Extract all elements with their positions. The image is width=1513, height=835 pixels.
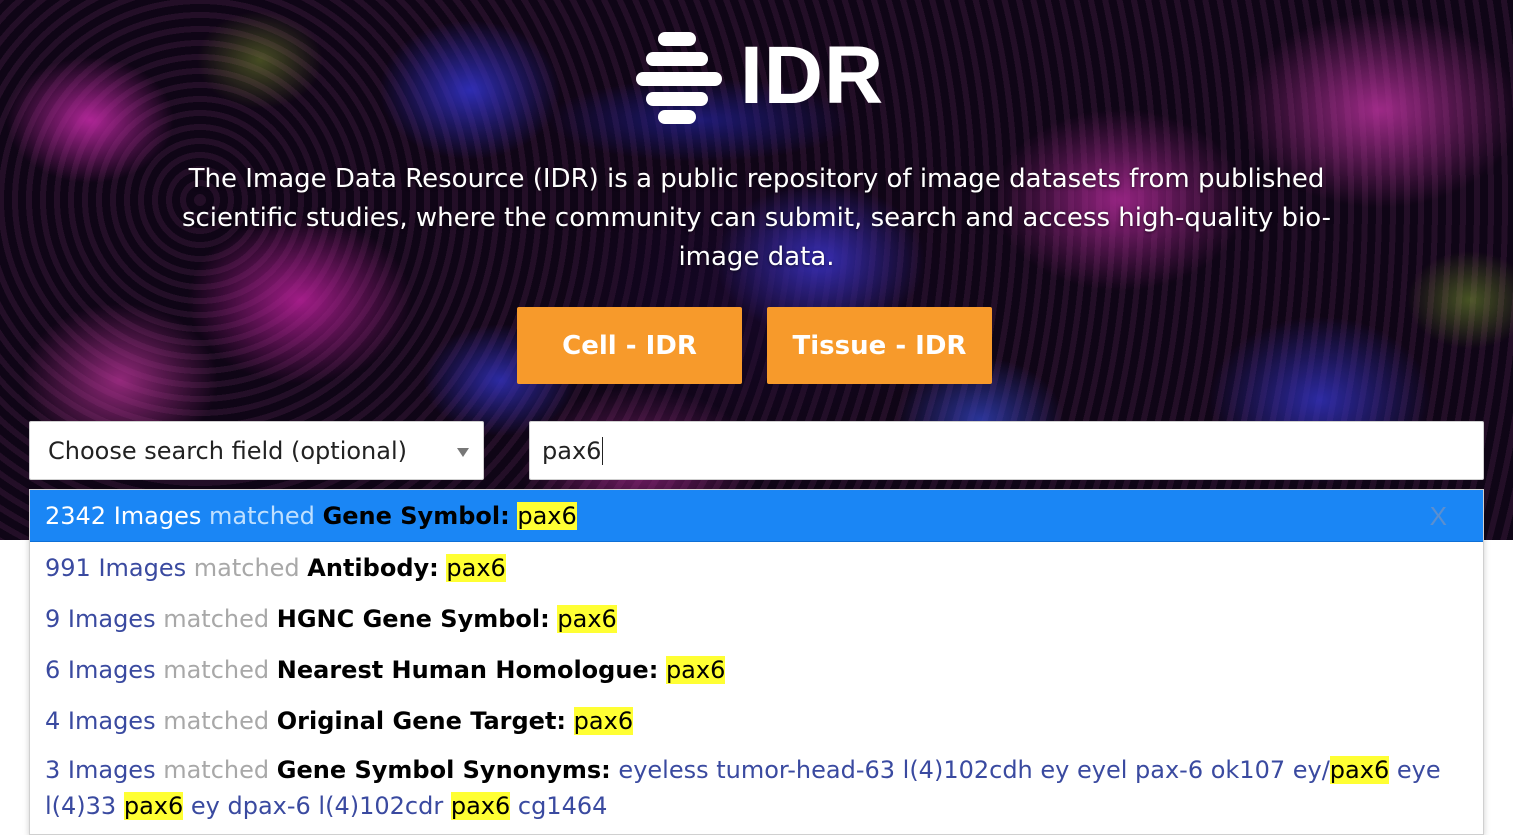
result-field-name: HGNC Gene Symbol: — [276, 605, 550, 633]
cell-idr-button[interactable]: Cell - IDR — [517, 307, 742, 384]
result-field-name: Gene Symbol Synonyms: — [276, 756, 611, 784]
result-matched-word: matched — [209, 502, 315, 530]
result-value-highlight: pax6 — [123, 792, 184, 820]
result-matched-word: matched — [193, 554, 300, 582]
result-value-highlight: pax6 — [517, 502, 577, 530]
result-count: 991 Images — [45, 554, 187, 582]
result-field-name: Gene Symbol: — [322, 502, 510, 530]
result-value-highlight: pax6 — [557, 605, 617, 633]
text-cursor — [602, 436, 604, 465]
autocomplete-dropdown: 2342 Images matched Gene Symbol: pax6 X … — [29, 489, 1484, 835]
autocomplete-item-gene-symbol-synonyms[interactable]: 3 Images matched Gene Symbol Synonyms: e… — [30, 746, 1483, 824]
result-matched-word: matched — [163, 756, 270, 784]
result-matched-word: matched — [163, 656, 270, 684]
result-value-highlight: pax6 — [446, 554, 506, 582]
result-count: 4 Images — [45, 707, 156, 735]
result-count: 6 Images — [45, 656, 156, 684]
synonyms-text: cg1464 — [510, 792, 608, 820]
autocomplete-item-original-gene-target[interactable]: 4 Images matched Original Gene Target: p… — [30, 695, 1483, 746]
tissue-idr-button[interactable]: Tissue - IDR — [767, 307, 992, 384]
result-matched-word: matched — [163, 707, 270, 735]
logo-text: IDR — [740, 30, 885, 121]
search-query-text: pax6 — [542, 436, 602, 465]
close-icon[interactable]: X — [1430, 498, 1447, 534]
search-input[interactable]: pax6 — [529, 421, 1484, 480]
result-field-name: Original Gene Target: — [276, 707, 567, 735]
search-field-select-label: Choose search field (optional) — [48, 436, 407, 465]
autocomplete-item-nearest-human-homologue[interactable]: 6 Images matched Nearest Human Homologue… — [30, 644, 1483, 695]
result-count: 3 Images — [45, 756, 156, 784]
result-value-highlight: pax6 — [1329, 756, 1390, 784]
autocomplete-item-antibody[interactable]: 991 Images matched Antibody: pax6 — [30, 542, 1483, 593]
synonyms-text: ey dpax-6 l(4)102cdr — [183, 792, 451, 820]
chevron-down-icon[interactable] — [457, 448, 469, 457]
idr-logo[interactable]: IDR — [636, 28, 886, 124]
result-value-highlight: pax6 — [573, 707, 634, 735]
synonyms-text: eyeless tumor-head-63 l(4)102cdh ey eyel… — [618, 756, 1330, 784]
autocomplete-item-gene-symbol[interactable]: 2342 Images matched Gene Symbol: pax6 X — [30, 490, 1483, 542]
result-matched-word: matched — [163, 605, 270, 633]
autocomplete-item-hgnc-gene-symbol[interactable]: 9 Images matched HGNC Gene Symbol: pax6 — [30, 593, 1483, 644]
result-field-name: Nearest Human Homologue: — [276, 656, 659, 684]
site-description: The Image Data Resource (IDR) is a publi… — [181, 164, 1332, 272]
result-value-highlight: pax6 — [665, 656, 726, 684]
result-value-highlight: pax6 — [450, 792, 511, 820]
idr-logo-mark-icon — [636, 30, 724, 124]
result-count: 9 Images — [45, 605, 156, 633]
search-field-select[interactable]: Choose search field (optional) — [29, 421, 484, 480]
result-field-name: Antibody: — [307, 554, 439, 582]
result-count: 2342 Images — [45, 502, 202, 530]
